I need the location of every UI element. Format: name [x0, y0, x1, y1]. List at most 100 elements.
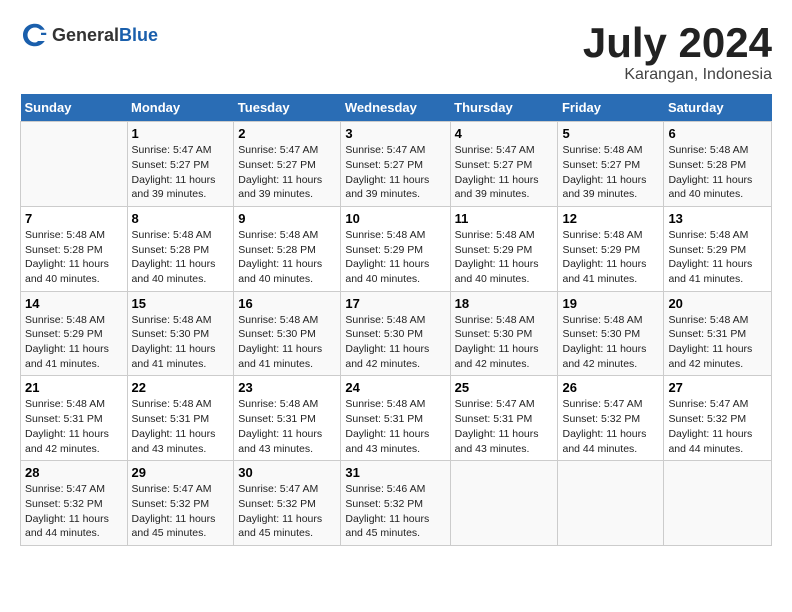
calendar-cell: 26 Sunrise: 5:47 AM Sunset: 5:32 PM Dayli…	[558, 376, 664, 461]
calendar-table: SundayMondayTuesdayWednesdayThursdayFrid…	[20, 94, 772, 546]
calendar-week-row: 28 Sunrise: 5:47 AM Sunset: 5:32 PM Dayli…	[21, 461, 772, 546]
day-number: 19	[562, 296, 659, 311]
cell-info: Sunrise: 5:48 AM Sunset: 5:28 PM Dayligh…	[668, 143, 767, 202]
calendar-cell: 13 Sunrise: 5:48 AM Sunset: 5:29 PM Dayli…	[664, 206, 772, 291]
calendar-week-row: 1 Sunrise: 5:47 AM Sunset: 5:27 PM Daylig…	[21, 122, 772, 207]
calendar-cell: 6 Sunrise: 5:48 AM Sunset: 5:28 PM Daylig…	[664, 122, 772, 207]
cell-info: Sunrise: 5:47 AM Sunset: 5:27 PM Dayligh…	[455, 143, 554, 202]
calendar-cell: 24Sunrise: 5:48 AM Sunset: 5:31 PM Dayli…	[341, 376, 450, 461]
cell-info: Sunrise: 5:48 AM Sunset: 5:31 PM Dayligh…	[25, 397, 123, 456]
calendar-cell: 12 Sunrise: 5:48 AM Sunset: 5:29 PM Dayli…	[558, 206, 664, 291]
cell-info: Sunrise: 5:48 AM Sunset: 5:29 PM Dayligh…	[345, 228, 445, 287]
day-number: 4	[455, 126, 554, 141]
day-number: 8	[132, 211, 230, 226]
day-number: 9	[238, 211, 336, 226]
day-number: 10	[345, 211, 445, 226]
calendar-week-row: 7 Sunrise: 5:48 AM Sunset: 5:28 PM Daylig…	[21, 206, 772, 291]
day-number: 27	[668, 380, 767, 395]
page-header: GeneralBlue July 2024 Karangan, Indonesi…	[20, 20, 772, 84]
calendar-header-row: SundayMondayTuesdayWednesdayThursdayFrid…	[21, 94, 772, 122]
cell-info: Sunrise: 5:47 AM Sunset: 5:32 PM Dayligh…	[238, 482, 336, 541]
calendar-cell: 19 Sunrise: 5:48 AM Sunset: 5:30 PM Dayli…	[558, 291, 664, 376]
cell-info: Sunrise: 5:48 AM Sunset: 5:28 PM Dayligh…	[132, 228, 230, 287]
cell-info: Sunrise: 5:48 AM Sunset: 5:30 PM Dayligh…	[562, 313, 659, 372]
day-number: 23	[238, 380, 336, 395]
calendar-cell	[21, 122, 128, 207]
day-number: 5	[562, 126, 659, 141]
cell-info: Sunrise: 5:48 AM Sunset: 5:30 PM Dayligh…	[238, 313, 336, 372]
cell-info: Sunrise: 5:48 AM Sunset: 5:27 PM Dayligh…	[562, 143, 659, 202]
calendar-cell: 22 Sunrise: 5:48 AM Sunset: 5:31 PM Dayli…	[127, 376, 234, 461]
cell-info: Sunrise: 5:48 AM Sunset: 5:28 PM Dayligh…	[238, 228, 336, 287]
day-number: 22	[132, 380, 230, 395]
calendar-cell: 20Sunrise: 5:48 AM Sunset: 5:31 PM Dayli…	[664, 291, 772, 376]
calendar-cell	[558, 461, 664, 546]
cell-info: Sunrise: 5:48 AM Sunset: 5:30 PM Dayligh…	[455, 313, 554, 372]
calendar-cell: 30 Sunrise: 5:47 AM Sunset: 5:32 PM Dayli…	[234, 461, 341, 546]
calendar-cell: 16Sunrise: 5:48 AM Sunset: 5:30 PM Dayli…	[234, 291, 341, 376]
day-number: 2	[238, 126, 336, 141]
cell-info: Sunrise: 5:48 AM Sunset: 5:30 PM Dayligh…	[345, 313, 445, 372]
calendar-cell: 14 Sunrise: 5:48 AM Sunset: 5:29 PM Dayli…	[21, 291, 128, 376]
cell-info: Sunrise: 5:48 AM Sunset: 5:29 PM Dayligh…	[562, 228, 659, 287]
cell-info: Sunrise: 5:48 AM Sunset: 5:29 PM Dayligh…	[25, 313, 123, 372]
logo: GeneralBlue	[20, 20, 158, 50]
day-number: 12	[562, 211, 659, 226]
logo-icon	[20, 20, 50, 50]
cell-info: Sunrise: 5:47 AM Sunset: 5:27 PM Dayligh…	[132, 143, 230, 202]
day-number: 11	[455, 211, 554, 226]
calendar-cell: 28 Sunrise: 5:47 AM Sunset: 5:32 PM Dayli…	[21, 461, 128, 546]
calendar-cell	[664, 461, 772, 546]
calendar-cell: 11 Sunrise: 5:48 AM Sunset: 5:29 PM Dayli…	[450, 206, 558, 291]
calendar-cell: 21Sunrise: 5:48 AM Sunset: 5:31 PM Dayli…	[21, 376, 128, 461]
day-number: 7	[25, 211, 123, 226]
day-number: 6	[668, 126, 767, 141]
header-day-monday: Monday	[127, 94, 234, 122]
calendar-cell: 31Sunrise: 5:46 AM Sunset: 5:32 PM Dayli…	[341, 461, 450, 546]
calendar-cell: 7Sunrise: 5:48 AM Sunset: 5:28 PM Daylig…	[21, 206, 128, 291]
cell-info: Sunrise: 5:47 AM Sunset: 5:32 PM Dayligh…	[668, 397, 767, 456]
calendar-cell: 15Sunrise: 5:48 AM Sunset: 5:30 PM Dayli…	[127, 291, 234, 376]
day-number: 3	[345, 126, 445, 141]
header-day-saturday: Saturday	[664, 94, 772, 122]
cell-info: Sunrise: 5:47 AM Sunset: 5:32 PM Dayligh…	[562, 397, 659, 456]
calendar-week-row: 14 Sunrise: 5:48 AM Sunset: 5:29 PM Dayli…	[21, 291, 772, 376]
cell-info: Sunrise: 5:47 AM Sunset: 5:32 PM Dayligh…	[25, 482, 123, 541]
day-number: 17	[345, 296, 445, 311]
day-number: 30	[238, 465, 336, 480]
day-number: 1	[132, 126, 230, 141]
day-number: 24	[345, 380, 445, 395]
cell-info: Sunrise: 5:47 AM Sunset: 5:32 PM Dayligh…	[132, 482, 230, 541]
calendar-cell: 18Sunrise: 5:48 AM Sunset: 5:30 PM Dayli…	[450, 291, 558, 376]
calendar-cell: 10 Sunrise: 5:48 AM Sunset: 5:29 PM Dayli…	[341, 206, 450, 291]
logo-text: GeneralBlue	[52, 25, 158, 46]
day-number: 25	[455, 380, 554, 395]
cell-info: Sunrise: 5:48 AM Sunset: 5:31 PM Dayligh…	[668, 313, 767, 372]
logo-general: General	[52, 25, 119, 45]
logo-blue: Blue	[119, 25, 158, 45]
header-day-tuesday: Tuesday	[234, 94, 341, 122]
calendar-cell: 27 Sunrise: 5:47 AM Sunset: 5:32 PM Dayli…	[664, 376, 772, 461]
calendar-cell: 4 Sunrise: 5:47 AM Sunset: 5:27 PM Daylig…	[450, 122, 558, 207]
calendar-cell	[450, 461, 558, 546]
day-number: 26	[562, 380, 659, 395]
day-number: 29	[132, 465, 230, 480]
header-day-sunday: Sunday	[21, 94, 128, 122]
cell-info: Sunrise: 5:47 AM Sunset: 5:27 PM Dayligh…	[238, 143, 336, 202]
cell-info: Sunrise: 5:48 AM Sunset: 5:31 PM Dayligh…	[132, 397, 230, 456]
cell-info: Sunrise: 5:48 AM Sunset: 5:29 PM Dayligh…	[668, 228, 767, 287]
day-number: 28	[25, 465, 123, 480]
cell-info: Sunrise: 5:47 AM Sunset: 5:27 PM Dayligh…	[345, 143, 445, 202]
cell-info: Sunrise: 5:48 AM Sunset: 5:29 PM Dayligh…	[455, 228, 554, 287]
title-block: July 2024 Karangan, Indonesia	[583, 20, 772, 84]
calendar-cell: 8 Sunrise: 5:48 AM Sunset: 5:28 PM Daylig…	[127, 206, 234, 291]
header-day-wednesday: Wednesday	[341, 94, 450, 122]
cell-info: Sunrise: 5:47 AM Sunset: 5:31 PM Dayligh…	[455, 397, 554, 456]
calendar-cell: 3 Sunrise: 5:47 AM Sunset: 5:27 PM Daylig…	[341, 122, 450, 207]
calendar-cell: 29 Sunrise: 5:47 AM Sunset: 5:32 PM Dayli…	[127, 461, 234, 546]
day-number: 14	[25, 296, 123, 311]
main-title: July 2024	[583, 20, 772, 66]
calendar-cell: 25 Sunrise: 5:47 AM Sunset: 5:31 PM Dayli…	[450, 376, 558, 461]
calendar-week-row: 21Sunrise: 5:48 AM Sunset: 5:31 PM Dayli…	[21, 376, 772, 461]
day-number: 13	[668, 211, 767, 226]
